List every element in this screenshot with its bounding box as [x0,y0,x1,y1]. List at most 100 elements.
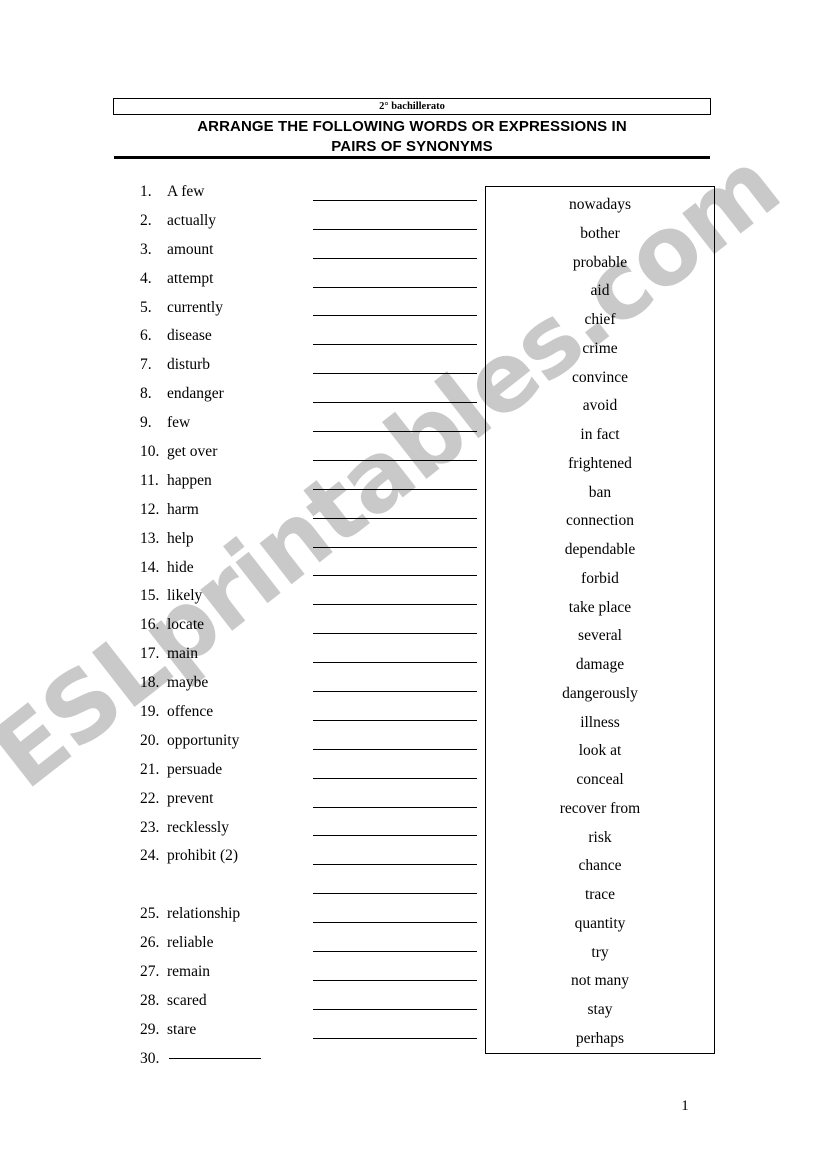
word-bank-item[interactable]: quantity [486,910,714,939]
word-bank-item[interactable]: dangerously [486,680,714,709]
word-bank-item[interactable]: take place [486,594,714,623]
answer-line[interactable] [313,814,477,843]
word-bank-item[interactable]: look at [486,737,714,766]
word-list-item-number: 1. [140,183,152,200]
answer-line[interactable] [313,322,477,351]
word-bank-item[interactable]: convince [486,364,714,393]
word-list-item-term: help [167,529,194,547]
word-list-item-term: prohibit (2) [167,847,239,865]
word-bank-item[interactable]: damage [486,651,714,680]
word-list-item-number: 19. [140,703,160,721]
word-bank-item[interactable]: avoid [486,392,714,421]
answer-line[interactable] [313,929,477,958]
answer-line-rule [313,864,477,866]
word-bank-item[interactable]: crime [486,335,714,364]
word-bank-item[interactable]: try [486,939,714,968]
word-list-item-term: opportunity [167,731,240,749]
word-list-item-number: 3. [140,240,152,258]
answer-line-rule [313,459,477,461]
answer-line-rule [313,835,477,837]
answer-line[interactable] [313,785,477,814]
word-bank-item[interactable]: probable [486,249,714,278]
word-bank-item[interactable]: trace [486,881,714,910]
answer-line-rule [313,951,477,953]
word-list-item-term: offence [167,703,214,721]
answer-line[interactable] [313,496,477,525]
word-list-item-term: attempt [167,269,214,287]
word-list-item-number: 11. [140,471,159,489]
word-bank-item[interactable]: recover from [486,795,714,824]
word-bank-item[interactable]: forbid [486,565,714,594]
answer-line[interactable] [313,582,477,611]
answer-line[interactable] [313,669,477,698]
word-bank-item[interactable]: bother [486,220,714,249]
answer-line[interactable] [313,351,477,380]
word-list-item: 7. disturb [140,351,315,380]
answer-line[interactable] [313,294,477,323]
word-bank-item[interactable]: illness [486,709,714,738]
word-bank-item[interactable]: risk [486,824,714,853]
answer-line[interactable] [313,380,477,409]
word-list-item-number: 13. [140,529,160,547]
answer-line[interactable] [313,871,477,900]
word-bank-item[interactable]: conceal [486,766,714,795]
word-bank-item[interactable]: in fact [486,421,714,450]
answer-line[interactable] [313,727,477,756]
answer-line[interactable] [313,265,477,294]
answer-line[interactable] [313,409,477,438]
word-bank-item[interactable]: not many [486,967,714,996]
answer-line[interactable] [313,554,477,583]
word-list-item: 8. endanger [140,380,315,409]
answer-line[interactable] [313,900,477,929]
word-bank-item[interactable]: several [486,622,714,651]
word-bank-item[interactable]: connection [486,507,714,536]
answer-line[interactable] [313,178,477,207]
word-list-item-term: maybe [167,674,209,692]
answer-line[interactable] [313,698,477,727]
answer-line[interactable] [313,640,477,669]
title-divider [114,156,710,159]
answer-line-rule [313,777,477,779]
word-bank-item[interactable]: chief [486,306,714,335]
word-list-item: 17. main [140,640,315,669]
word-bank-item[interactable]: stay [486,996,714,1025]
answer-line[interactable] [313,236,477,265]
word-list-item: 12. harm [140,496,315,525]
word-bank-item[interactable]: perhaps [486,1025,714,1054]
word-list-item-blank-rule[interactable] [169,1057,261,1059]
word-bank-item[interactable]: frightened [486,450,714,479]
answer-line-rule [313,546,477,548]
word-bank-item[interactable]: aid [486,277,714,306]
word-list-item-term: happen [167,471,212,489]
answer-line[interactable] [313,467,477,496]
answer-line[interactable] [313,987,477,1016]
word-list-item: 25. relationship [140,900,315,929]
answer-line[interactable] [313,611,477,640]
answer-line[interactable] [313,525,477,554]
title-line-2: PAIRS OF SYNONYMS [331,138,493,155]
word-bank-item[interactable]: nowadays [486,191,714,220]
answer-line-rule [313,604,477,606]
word-bank-item[interactable]: ban [486,479,714,508]
page-title: ARRANGE THE FOLLOWING WORDS OR EXPRESSIO… [113,117,711,157]
word-list-item-number: 8. [140,385,152,403]
answer-lines-column [313,178,477,1045]
word-list-item-number: 23. [140,818,160,836]
word-list-item: 1. A few [140,178,315,207]
word-list-item-number: 10. [140,443,160,461]
answer-line[interactable] [313,207,477,236]
answer-line[interactable] [313,842,477,871]
word-bank-item[interactable]: dependable [486,536,714,565]
answer-line[interactable] [313,1016,477,1045]
word-list-item-number: 17. [140,645,160,663]
level-box: 2° bachillerato [113,98,711,115]
word-list-item: 18. maybe [140,669,315,698]
word-list-item: 9. few [140,409,315,438]
answer-line[interactable] [313,756,477,785]
answer-line-rule [313,719,477,721]
word-list-item-number: 20. [140,731,160,749]
answer-line[interactable] [313,958,477,987]
word-bank-item[interactable]: chance [486,852,714,881]
word-list-item: 14. hide [140,554,315,583]
answer-line[interactable] [313,438,477,467]
